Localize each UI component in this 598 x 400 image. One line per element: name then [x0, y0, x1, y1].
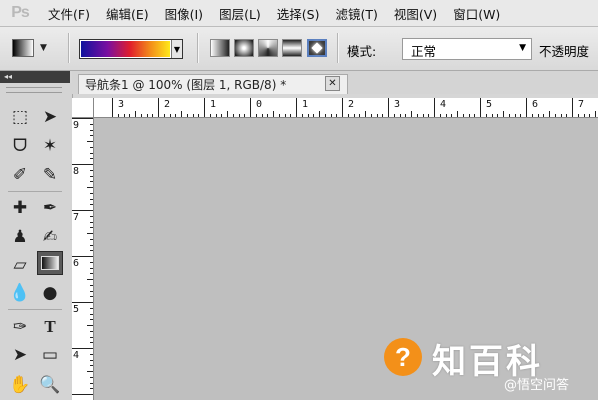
chevron-down-icon: ▼ — [40, 43, 47, 53]
document-tab-bar: 导航条1 @ 100% (图层 1, RGB/8) * ✕ — [72, 71, 598, 94]
gradient-tool-icon[interactable] — [37, 251, 63, 275]
angle-gradient-icon[interactable] — [258, 39, 278, 57]
watermark-subtitle: @悟空问答 — [504, 378, 570, 393]
healing-brush-icon[interactable]: ✚ — [7, 196, 33, 220]
chevron-down-icon: ▼ — [519, 43, 526, 53]
divider — [68, 33, 69, 63]
move-tool-icon[interactable]: ➤ — [37, 105, 63, 129]
divider — [8, 309, 62, 310]
menu-file[interactable]: 文件(F) — [40, 4, 98, 23]
divider — [197, 33, 198, 63]
mode-value: 正常 — [411, 44, 437, 59]
eraser-tool-icon[interactable]: ▱ — [7, 253, 33, 277]
chevron-down-icon[interactable]: ▼ — [171, 40, 182, 58]
eyedropper-icon[interactable]: ✎ — [37, 163, 63, 187]
photoshop-logo: Ps — [11, 4, 30, 21]
tool-preset-picker[interactable]: ▼ — [12, 36, 58, 60]
menu-bar: Ps 文件(F) 编辑(E) 图像(I) 图层(L) 选择(S) 滤镜(T) 视… — [0, 0, 598, 27]
question-icon: ? — [384, 338, 422, 376]
toolbox: ⬚ ➤ ᗜ ✶ ✐ ✎ ✚ ✒ ♟ ✍ ▱ 💧 ● ✑ T ➤ ▭ ✋ 🔍 — [0, 83, 73, 400]
ruler-label: 1 — [210, 99, 217, 110]
ruler-label: 7 — [73, 212, 80, 223]
close-icon[interactable]: ✕ — [325, 76, 340, 91]
ruler-origin[interactable] — [72, 98, 94, 118]
ruler-label: 2 — [348, 99, 355, 110]
mode-select[interactable]: 正常 ▼ — [402, 38, 532, 60]
zoom-tool-icon[interactable]: 🔍 — [37, 373, 63, 397]
opacity-label: 不透明度 — [539, 44, 590, 59]
dodge-tool-icon[interactable]: ● — [37, 281, 63, 305]
history-brush-icon[interactable]: ✍ — [37, 225, 63, 249]
diamond-gradient-icon[interactable] — [307, 39, 327, 57]
ruler-label: 6 — [532, 99, 539, 110]
menu-window[interactable]: 窗口(W) — [445, 4, 508, 23]
pen-tool-icon[interactable]: ✑ — [7, 315, 33, 339]
magic-wand-icon[interactable]: ✶ — [37, 134, 63, 158]
menu-filter[interactable]: 滤镜(T) — [327, 4, 385, 23]
rectangle-shape-icon[interactable]: ▭ — [37, 343, 63, 367]
radial-gradient-icon[interactable] — [234, 39, 254, 57]
toolbox-grip[interactable] — [6, 87, 62, 93]
ruler-label: 6 — [73, 258, 80, 269]
rectangular-marquee-icon[interactable]: ⬚ — [7, 105, 33, 129]
ruler-label: 3 — [394, 99, 401, 110]
ruler-label: 3 — [118, 99, 125, 110]
type-tool-icon[interactable]: T — [37, 315, 63, 339]
divider — [337, 33, 338, 63]
ruler-label: 5 — [73, 304, 80, 315]
ruler-label: 4 — [73, 350, 80, 361]
menu-edit[interactable]: 编辑(E) — [98, 4, 157, 23]
ruler-label: 1 — [302, 99, 309, 110]
gradient-picker[interactable]: ▼ — [79, 39, 183, 59]
hand-tool-icon[interactable]: ✋ — [7, 373, 33, 397]
watermark: ? 知百科 @悟空问答 — [384, 336, 594, 396]
ruler-label: 7 — [578, 99, 585, 110]
linear-gradient-icon[interactable] — [210, 39, 230, 57]
menu-view[interactable]: 视图(V) — [386, 4, 445, 23]
brush-tool-icon[interactable]: ✒ — [37, 196, 63, 220]
options-bar: ▼ ▼ 模式: 正常 ▼ 不透明度 — [0, 27, 598, 71]
ruler-label: 2 — [164, 99, 171, 110]
mode-label: 模式: — [347, 44, 377, 59]
document-tab-title: 导航条1 @ 100% (图层 1, RGB/8) * — [85, 78, 287, 92]
horizontal-ruler[interactable]: 3 2 1 0 1 2 3 4 5 6 7 — [94, 98, 598, 118]
menu-image[interactable]: 图像(I) — [157, 4, 211, 23]
clone-stamp-icon[interactable]: ♟ — [7, 225, 33, 249]
reflected-gradient-icon[interactable] — [282, 39, 302, 57]
divider — [8, 191, 62, 192]
gradient-preview[interactable] — [81, 41, 170, 57]
ruler-label: 9 — [73, 120, 80, 131]
menu-select[interactable]: 选择(S) — [269, 4, 328, 23]
ruler-label: 8 — [73, 166, 80, 177]
document-tab[interactable]: 导航条1 @ 100% (图层 1, RGB/8) * ✕ — [78, 74, 348, 94]
ruler-label: 0 — [256, 99, 263, 110]
vertical-ruler[interactable]: 9 8 7 6 5 4 — [72, 118, 94, 400]
blur-tool-icon[interactable]: 💧 — [7, 281, 33, 305]
lasso-tool-icon[interactable]: ᗜ — [7, 134, 33, 158]
menu-layer[interactable]: 图层(L) — [211, 4, 269, 23]
crop-tool-icon[interactable]: ✐ — [7, 163, 33, 187]
path-selection-icon[interactable]: ➤ — [7, 343, 33, 367]
panel-collapse-button[interactable]: ◂◂ — [0, 71, 70, 83]
ruler-label: 5 — [486, 99, 493, 110]
gradient-tool-icon — [12, 39, 34, 57]
ruler-label: 4 — [440, 99, 447, 110]
